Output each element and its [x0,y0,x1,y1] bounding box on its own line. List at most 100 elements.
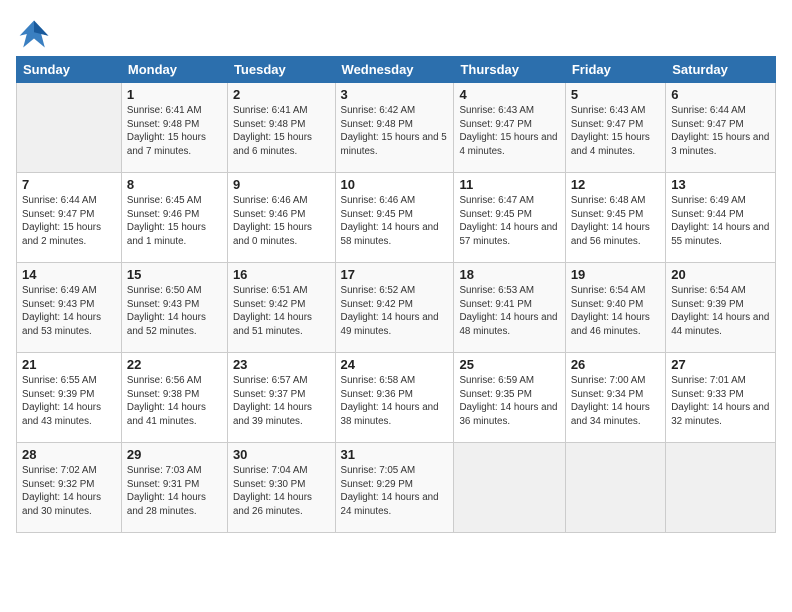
calendar-cell: 21 Sunrise: 6:55 AMSunset: 9:39 PMDaylig… [17,353,122,443]
day-number: 4 [459,87,559,102]
day-number: 11 [459,177,559,192]
calendar-week-row: 1 Sunrise: 6:41 AMSunset: 9:48 PMDayligh… [17,83,776,173]
page-header [16,16,776,52]
weekday-header: Sunday [17,57,122,83]
weekday-header: Wednesday [335,57,454,83]
weekday-header: Friday [565,57,665,83]
calendar-week-row: 28 Sunrise: 7:02 AMSunset: 9:32 PMDaylig… [17,443,776,533]
day-number: 5 [571,87,660,102]
calendar-week-row: 21 Sunrise: 6:55 AMSunset: 9:39 PMDaylig… [17,353,776,443]
day-detail: Sunrise: 6:47 AMSunset: 9:45 PMDaylight:… [459,194,559,249]
day-detail: Sunrise: 7:04 AMSunset: 9:30 PMDaylight:… [233,464,330,519]
calendar-cell: 3 Sunrise: 6:42 AMSunset: 9:48 PMDayligh… [335,83,454,173]
day-number: 16 [233,267,330,282]
day-detail: Sunrise: 7:01 AMSunset: 9:33 PMDaylight:… [671,374,770,429]
calendar-table: SundayMondayTuesdayWednesdayThursdayFrid… [16,56,776,533]
day-number: 18 [459,267,559,282]
day-number: 12 [571,177,660,192]
day-detail: Sunrise: 6:54 AMSunset: 9:40 PMDaylight:… [571,284,660,339]
day-number: 7 [22,177,116,192]
calendar-cell: 28 Sunrise: 7:02 AMSunset: 9:32 PMDaylig… [17,443,122,533]
day-detail: Sunrise: 6:44 AMSunset: 9:47 PMDaylight:… [22,194,116,249]
day-number: 23 [233,357,330,372]
day-detail: Sunrise: 6:53 AMSunset: 9:41 PMDaylight:… [459,284,559,339]
day-number: 9 [233,177,330,192]
calendar-cell [17,83,122,173]
calendar-cell: 24 Sunrise: 6:58 AMSunset: 9:36 PMDaylig… [335,353,454,443]
day-detail: Sunrise: 6:49 AMSunset: 9:44 PMDaylight:… [671,194,770,249]
calendar-cell: 14 Sunrise: 6:49 AMSunset: 9:43 PMDaylig… [17,263,122,353]
day-detail: Sunrise: 6:59 AMSunset: 9:35 PMDaylight:… [459,374,559,429]
calendar-cell: 29 Sunrise: 7:03 AMSunset: 9:31 PMDaylig… [121,443,227,533]
day-number: 27 [671,357,770,372]
calendar-cell: 23 Sunrise: 6:57 AMSunset: 9:37 PMDaylig… [227,353,335,443]
day-number: 22 [127,357,222,372]
calendar-week-row: 14 Sunrise: 6:49 AMSunset: 9:43 PMDaylig… [17,263,776,353]
day-detail: Sunrise: 6:58 AMSunset: 9:36 PMDaylight:… [341,374,449,429]
day-number: 19 [571,267,660,282]
calendar-cell: 8 Sunrise: 6:45 AMSunset: 9:46 PMDayligh… [121,173,227,263]
day-detail: Sunrise: 6:46 AMSunset: 9:45 PMDaylight:… [341,194,449,249]
day-number: 2 [233,87,330,102]
weekday-header: Saturday [666,57,776,83]
day-number: 17 [341,267,449,282]
day-detail: Sunrise: 6:45 AMSunset: 9:46 PMDaylight:… [127,194,222,249]
calendar-cell: 27 Sunrise: 7:01 AMSunset: 9:33 PMDaylig… [666,353,776,443]
calendar-cell: 22 Sunrise: 6:56 AMSunset: 9:38 PMDaylig… [121,353,227,443]
calendar-cell: 17 Sunrise: 6:52 AMSunset: 9:42 PMDaylig… [335,263,454,353]
day-number: 6 [671,87,770,102]
calendar-cell: 9 Sunrise: 6:46 AMSunset: 9:46 PMDayligh… [227,173,335,263]
calendar-cell: 16 Sunrise: 6:51 AMSunset: 9:42 PMDaylig… [227,263,335,353]
calendar-cell: 2 Sunrise: 6:41 AMSunset: 9:48 PMDayligh… [227,83,335,173]
calendar-cell: 12 Sunrise: 6:48 AMSunset: 9:45 PMDaylig… [565,173,665,263]
weekday-header: Monday [121,57,227,83]
calendar-cell: 5 Sunrise: 6:43 AMSunset: 9:47 PMDayligh… [565,83,665,173]
calendar-cell [666,443,776,533]
day-detail: Sunrise: 6:52 AMSunset: 9:42 PMDaylight:… [341,284,449,339]
calendar-cell: 30 Sunrise: 7:04 AMSunset: 9:30 PMDaylig… [227,443,335,533]
day-number: 13 [671,177,770,192]
day-detail: Sunrise: 6:41 AMSunset: 9:48 PMDaylight:… [127,104,222,159]
logo-icon [16,16,52,52]
calendar-cell [565,443,665,533]
day-number: 29 [127,447,222,462]
day-detail: Sunrise: 7:05 AMSunset: 9:29 PMDaylight:… [341,464,449,519]
day-number: 21 [22,357,116,372]
calendar-cell: 31 Sunrise: 7:05 AMSunset: 9:29 PMDaylig… [335,443,454,533]
day-number: 14 [22,267,116,282]
day-number: 28 [22,447,116,462]
day-number: 3 [341,87,449,102]
day-number: 24 [341,357,449,372]
day-detail: Sunrise: 6:49 AMSunset: 9:43 PMDaylight:… [22,284,116,339]
calendar-cell: 10 Sunrise: 6:46 AMSunset: 9:45 PMDaylig… [335,173,454,263]
calendar-cell: 6 Sunrise: 6:44 AMSunset: 9:47 PMDayligh… [666,83,776,173]
calendar-week-row: 7 Sunrise: 6:44 AMSunset: 9:47 PMDayligh… [17,173,776,263]
day-detail: Sunrise: 6:43 AMSunset: 9:47 PMDaylight:… [571,104,660,159]
day-detail: Sunrise: 6:55 AMSunset: 9:39 PMDaylight:… [22,374,116,429]
day-number: 26 [571,357,660,372]
calendar-cell [454,443,565,533]
day-detail: Sunrise: 6:48 AMSunset: 9:45 PMDaylight:… [571,194,660,249]
calendar-cell: 13 Sunrise: 6:49 AMSunset: 9:44 PMDaylig… [666,173,776,263]
day-number: 15 [127,267,222,282]
day-number: 30 [233,447,330,462]
calendar-cell: 15 Sunrise: 6:50 AMSunset: 9:43 PMDaylig… [121,263,227,353]
calendar-cell: 18 Sunrise: 6:53 AMSunset: 9:41 PMDaylig… [454,263,565,353]
calendar-header: SundayMondayTuesdayWednesdayThursdayFrid… [17,57,776,83]
day-detail: Sunrise: 6:44 AMSunset: 9:47 PMDaylight:… [671,104,770,159]
day-detail: Sunrise: 6:41 AMSunset: 9:48 PMDaylight:… [233,104,330,159]
day-detail: Sunrise: 6:51 AMSunset: 9:42 PMDaylight:… [233,284,330,339]
day-detail: Sunrise: 7:00 AMSunset: 9:34 PMDaylight:… [571,374,660,429]
calendar-cell: 19 Sunrise: 6:54 AMSunset: 9:40 PMDaylig… [565,263,665,353]
day-detail: Sunrise: 6:46 AMSunset: 9:46 PMDaylight:… [233,194,330,249]
day-number: 1 [127,87,222,102]
calendar-cell: 20 Sunrise: 6:54 AMSunset: 9:39 PMDaylig… [666,263,776,353]
calendar-cell: 4 Sunrise: 6:43 AMSunset: 9:47 PMDayligh… [454,83,565,173]
logo [16,16,58,52]
day-number: 10 [341,177,449,192]
calendar-cell: 25 Sunrise: 6:59 AMSunset: 9:35 PMDaylig… [454,353,565,443]
day-detail: Sunrise: 6:56 AMSunset: 9:38 PMDaylight:… [127,374,222,429]
weekday-header: Thursday [454,57,565,83]
day-detail: Sunrise: 6:54 AMSunset: 9:39 PMDaylight:… [671,284,770,339]
day-number: 20 [671,267,770,282]
